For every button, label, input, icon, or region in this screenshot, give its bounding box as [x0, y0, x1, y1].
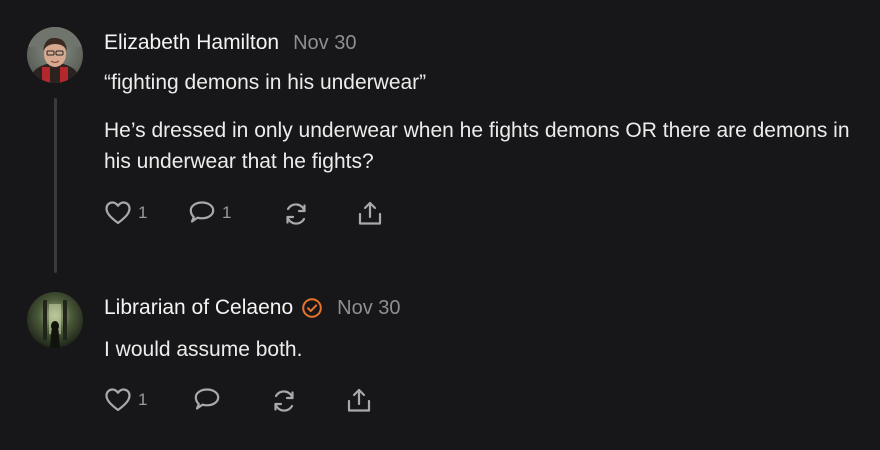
like-button[interactable]: 1 — [104, 387, 147, 413]
restack-button[interactable] — [270, 387, 298, 415]
like-count: 1 — [138, 390, 148, 409]
comment-header: Elizabeth Hamilton Nov 30 — [104, 31, 356, 55]
heart-icon — [104, 387, 132, 413]
avatar[interactable] — [27, 292, 83, 348]
comment-icon — [188, 200, 216, 226]
reply-button[interactable] — [193, 387, 221, 413]
reply-button[interactable]: 1 — [188, 200, 231, 226]
author-name[interactable]: Elizabeth Hamilton — [104, 31, 279, 55]
author-name[interactable]: Librarian of Celaeno — [104, 296, 293, 320]
restack-button[interactable] — [282, 200, 310, 228]
verified-check-icon — [301, 297, 323, 319]
share-icon — [345, 387, 373, 415]
share-button[interactable] — [356, 200, 384, 228]
reply-count: 1 — [222, 203, 232, 222]
comment-body: I would assume both. — [104, 338, 303, 361]
heart-icon — [104, 200, 132, 226]
thread-line — [54, 98, 57, 273]
share-icon — [356, 200, 384, 228]
comment-icon — [193, 387, 221, 413]
restack-icon — [282, 200, 310, 228]
like-count: 1 — [138, 203, 148, 222]
share-button[interactable] — [345, 387, 373, 415]
comment-date[interactable]: Nov 30 — [293, 32, 356, 55]
restack-icon — [270, 387, 298, 415]
comment-quote: “fighting demons in his underwear” — [104, 71, 427, 94]
comment-body: He’s dressed in only underwear when he f… — [104, 119, 850, 173]
comment-date[interactable]: Nov 30 — [337, 297, 400, 320]
comment-header: Librarian of Celaeno Nov 30 — [104, 296, 401, 320]
avatar[interactable] — [27, 27, 83, 83]
like-button[interactable]: 1 — [104, 200, 147, 226]
